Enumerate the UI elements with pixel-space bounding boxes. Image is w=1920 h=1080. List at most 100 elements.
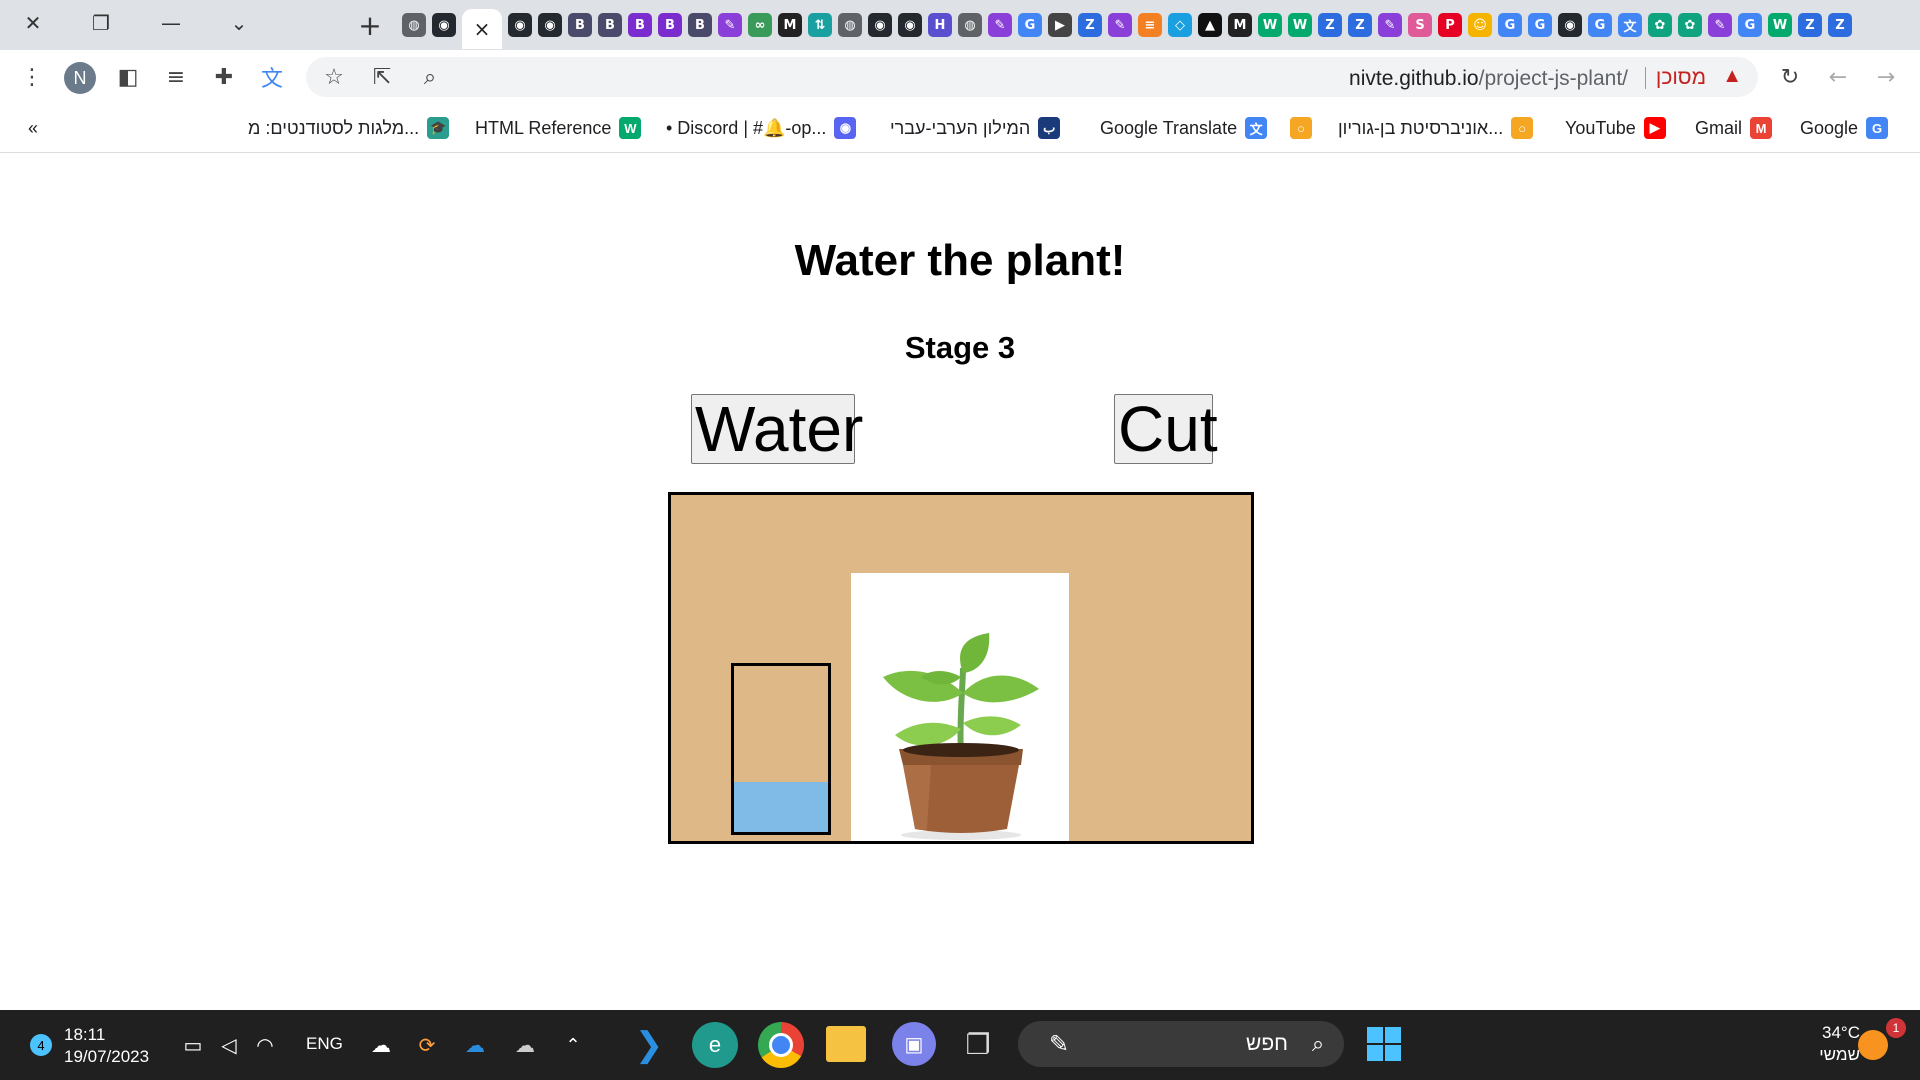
sun-icon[interactable] bbox=[1858, 1030, 1888, 1060]
bookmark-item[interactable]: Google G bbox=[1800, 114, 1889, 142]
extensions-puzzle-icon[interactable]: ✚ bbox=[210, 63, 238, 91]
onedrive-error-icon[interactable]: ☁ bbox=[512, 1032, 538, 1058]
tab-m-icon[interactable]: M bbox=[1228, 13, 1252, 37]
tab-translate-icon[interactable]: 文 bbox=[1618, 13, 1642, 37]
tab-arrows-icon[interactable]: ⇅ bbox=[808, 13, 832, 37]
notification-badge[interactable]: 4 bbox=[30, 1034, 52, 1056]
warning-icon[interactable]: ▲ bbox=[1722, 65, 1742, 88]
bookmark-item[interactable]: אוניברסיטת בן-גוריון... ○ bbox=[1338, 114, 1534, 142]
bookmark-item[interactable]: מלגות לסטודנטים: מ... 🎓 bbox=[248, 114, 450, 142]
tab-z-icon[interactable]: Z bbox=[1828, 13, 1852, 37]
sync-icon[interactable]: ⟳ bbox=[414, 1032, 440, 1058]
wifi-icon[interactable]: ◠ bbox=[252, 1032, 278, 1058]
tab-google-icon[interactable]: G bbox=[1738, 13, 1762, 37]
tab-play-icon[interactable]: ▶ bbox=[1048, 13, 1072, 37]
tab-b-icon[interactable]: B bbox=[568, 13, 592, 37]
bookmark-star-icon[interactable]: ☆ bbox=[320, 63, 348, 91]
bookmark-item[interactable]: המילון הערבי-עברי ب bbox=[890, 114, 1061, 142]
address-bar[interactable]: ☆ ⇱ ⌕ nivte.github.io/project-js-plant/ … bbox=[306, 57, 1758, 97]
forward-arrow-icon[interactable]: → bbox=[1872, 63, 1900, 91]
task-view-icon[interactable]: ❐ bbox=[958, 1024, 998, 1064]
tab-infinity-icon[interactable]: ∞ bbox=[748, 13, 772, 37]
tab-search-button[interactable]: ⌄ bbox=[222, 8, 256, 38]
active-tab[interactable]: × bbox=[462, 9, 502, 49]
tab-google-icon[interactable]: G bbox=[1588, 13, 1612, 37]
cut-button[interactable]: Cut bbox=[1114, 394, 1218, 464]
vscode-icon[interactable]: ❯ bbox=[626, 1022, 672, 1068]
tab-chat-icon[interactable]: ✎ bbox=[1108, 13, 1132, 37]
tab-m-icon[interactable]: M bbox=[778, 13, 802, 37]
tab-w3-icon[interactable]: W bbox=[1288, 13, 1312, 37]
chrome-icon[interactable] bbox=[758, 1022, 804, 1068]
tab-pinterest-icon[interactable]: P bbox=[1438, 13, 1462, 37]
water-button[interactable]: Water bbox=[691, 394, 863, 464]
edge-icon[interactable]: e bbox=[692, 1022, 738, 1068]
tab-chat-icon[interactable]: ✎ bbox=[988, 13, 1012, 37]
menu-kebab-icon[interactable]: ⋮ bbox=[18, 63, 46, 91]
back-arrow-icon[interactable]: ← bbox=[1824, 63, 1852, 91]
tab-stack-icon[interactable]: ≡ bbox=[1138, 13, 1162, 37]
tab-h-icon[interactable]: H bbox=[928, 13, 952, 37]
tab-ta-icon[interactable]: ▲ bbox=[1198, 13, 1222, 37]
google-translate-icon[interactable]: 文 bbox=[258, 63, 286, 92]
volume-icon[interactable]: ◁ bbox=[216, 1032, 242, 1058]
tab-z-icon[interactable]: Z bbox=[1798, 13, 1822, 37]
tab-z-icon[interactable]: Z bbox=[1318, 13, 1342, 37]
tab-github-icon[interactable]: ◉ bbox=[508, 13, 532, 37]
language-indicator[interactable]: ENG bbox=[306, 1034, 343, 1054]
new-tab-button[interactable]: + bbox=[352, 8, 388, 42]
security-label[interactable]: מסוכן bbox=[1656, 66, 1706, 90]
tab-google-icon[interactable]: G bbox=[1498, 13, 1522, 37]
tab-diamond-icon[interactable]: ◇ bbox=[1168, 13, 1192, 37]
tab-google-icon[interactable]: G bbox=[1018, 13, 1042, 37]
tab-openai-icon[interactable]: ✿ bbox=[1678, 13, 1702, 37]
tab-w3-icon[interactable]: W bbox=[1768, 13, 1792, 37]
battery-icon[interactable]: ▭ bbox=[180, 1032, 206, 1058]
teams-chat-icon[interactable]: ▣ bbox=[892, 1022, 936, 1066]
windows-start-icon[interactable] bbox=[1364, 1024, 1404, 1064]
cloud-upload-icon[interactable]: ☁ bbox=[368, 1032, 394, 1058]
tab-b-icon[interactable]: B bbox=[628, 13, 652, 37]
bookmarks-overflow-button[interactable]: « bbox=[28, 114, 38, 142]
tab-b-icon[interactable]: B bbox=[658, 13, 682, 37]
tab-chat-icon[interactable]: ✎ bbox=[718, 13, 742, 37]
tab-z-icon[interactable]: Z bbox=[1348, 13, 1372, 37]
bookmark-item[interactable]: HTML Reference W bbox=[475, 114, 642, 142]
tab-github-icon[interactable]: ◉ bbox=[432, 13, 456, 37]
close-window-button[interactable]: ✕ bbox=[16, 8, 50, 38]
tab-w3-icon[interactable]: W bbox=[1258, 13, 1282, 37]
close-tab-icon[interactable]: × bbox=[474, 17, 491, 41]
url-text[interactable]: nivte.github.io/project-js-plant/ bbox=[1349, 67, 1628, 91]
taskbar-search[interactable]: ✎ חפש ⌕ bbox=[1018, 1021, 1344, 1067]
bookmark-item[interactable]: Gmail M bbox=[1695, 114, 1773, 142]
tab-chat-icon[interactable]: ✎ bbox=[1378, 13, 1402, 37]
weather-widget[interactable]: 34°C שמשי bbox=[1819, 1022, 1860, 1066]
taskbar-clock[interactable]: 18:11 19/07/2023 bbox=[64, 1024, 149, 1068]
tab-google-icon[interactable]: G bbox=[1528, 13, 1552, 37]
reload-icon[interactable]: ↻ bbox=[1776, 63, 1804, 91]
tab-b-icon[interactable]: B bbox=[598, 13, 622, 37]
minimize-window-button[interactable]: — bbox=[154, 8, 188, 38]
tab-github-icon[interactable]: ◉ bbox=[538, 13, 562, 37]
tab-globe-icon[interactable]: ◍ bbox=[958, 13, 982, 37]
reading-list-icon[interactable]: ≡ bbox=[162, 63, 190, 91]
tab-z-icon[interactable]: Z bbox=[1078, 13, 1102, 37]
bookmark-item[interactable]: YouTube ▶ bbox=[1565, 114, 1666, 142]
show-hidden-icons-chevron-icon[interactable]: ⌃ bbox=[560, 1032, 586, 1058]
tab-chat-icon[interactable]: ✎ bbox=[1708, 13, 1732, 37]
profile-avatar[interactable]: N bbox=[64, 62, 96, 94]
onedrive-icon[interactable]: ☁ bbox=[462, 1032, 488, 1058]
tab-globe-icon[interactable]: ◍ bbox=[838, 13, 862, 37]
tab-github-icon[interactable]: ◉ bbox=[1558, 13, 1582, 37]
bookmark-item[interactable]: • Discord | #🔔-op... ◉ bbox=[666, 114, 857, 142]
side-panel-icon[interactable]: ◧ bbox=[114, 63, 142, 91]
tab-face-icon[interactable]: ☺ bbox=[1468, 13, 1492, 37]
bookmark-item[interactable]: Google Translate 文 bbox=[1100, 114, 1268, 142]
zoom-icon[interactable]: ⌕ bbox=[416, 63, 444, 91]
tab-b-icon[interactable]: B bbox=[688, 13, 712, 37]
bookmark-item[interactable]: ○ bbox=[1290, 114, 1312, 142]
file-explorer-icon[interactable] bbox=[826, 1026, 866, 1062]
tab-github-icon[interactable]: ◉ bbox=[868, 13, 892, 37]
share-icon[interactable]: ⇱ bbox=[368, 63, 396, 91]
tab-s-icon[interactable]: S bbox=[1408, 13, 1432, 37]
